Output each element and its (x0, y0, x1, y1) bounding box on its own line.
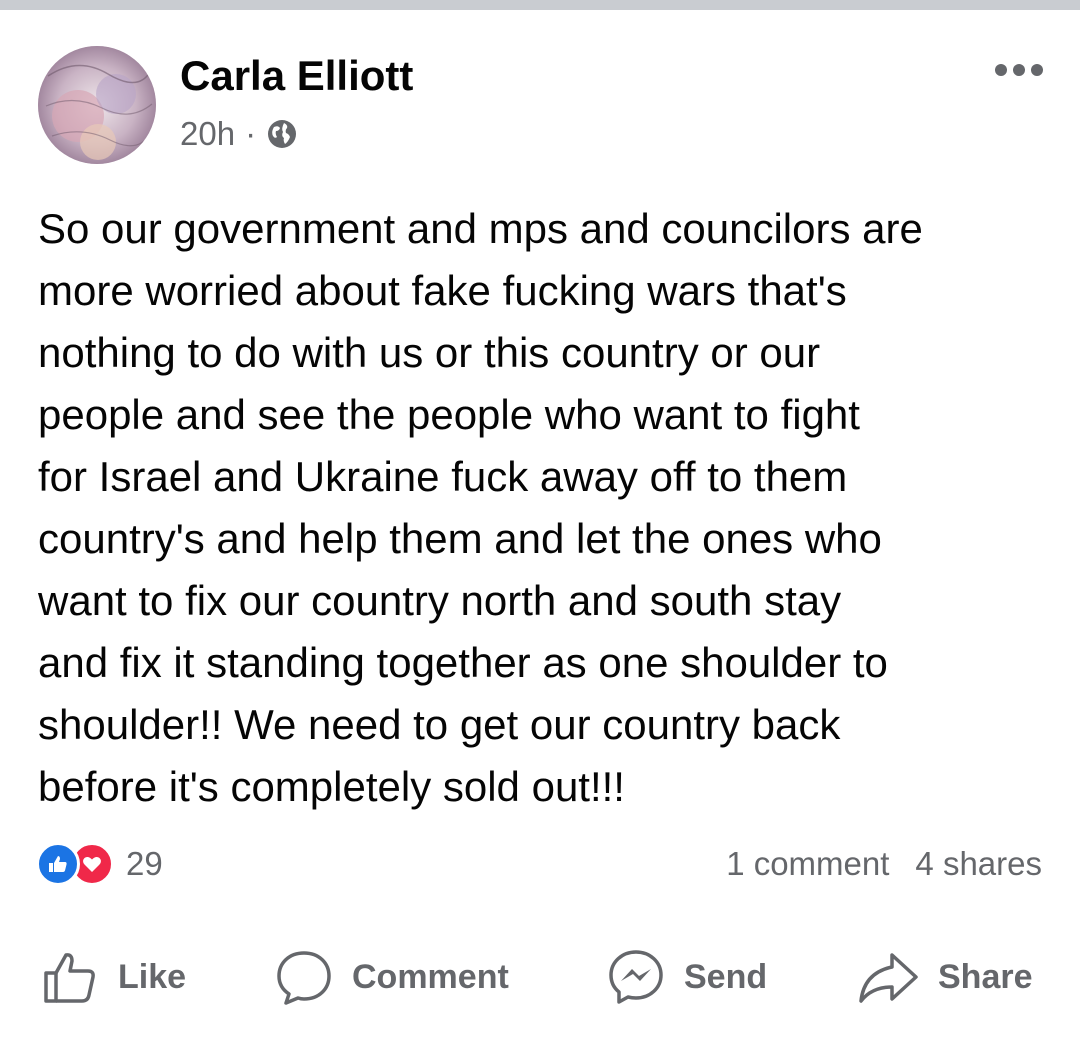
send-label: Send (684, 957, 768, 996)
avatar-image (38, 46, 156, 164)
post-card: Carla Elliott 20h · So our government an… (0, 10, 1080, 1038)
more-options-button[interactable] (984, 50, 1054, 90)
like-button[interactable]: Like (40, 942, 186, 1012)
reactions-summary[interactable]: 29 (36, 842, 163, 886)
engagement-counts: 1 comment 4 shares (726, 842, 1042, 886)
post-body-line: shoulder!! We need to get our country ba… (38, 701, 841, 748)
post-body-line: more worried about fake fucking wars tha… (38, 267, 847, 314)
reaction-count: 29 (126, 845, 163, 882)
like-reaction-icon (36, 842, 80, 886)
share-arrow-icon (859, 953, 918, 1003)
comment-button[interactable]: Comment (274, 942, 509, 1012)
post-body-line: for Israel and Ukraine fuck away off to … (38, 453, 848, 500)
globe-icon[interactable] (266, 118, 298, 150)
post-body-line: before it's completely sold out!!! (38, 763, 625, 810)
post-body-line: want to fix our country north and south … (38, 577, 842, 624)
author-name[interactable]: Carla Elliott (180, 52, 413, 100)
post-meta: 20h · (180, 114, 298, 154)
share-label: Share (938, 957, 1033, 996)
avatar[interactable] (38, 46, 156, 164)
post-body-line: nothing to do with us or this country or… (38, 329, 821, 376)
share-button[interactable]: Share (856, 942, 1033, 1012)
messenger-icon (609, 950, 663, 1004)
post-body-line: and fix it standing together as one shou… (38, 639, 888, 686)
comment-label: Comment (352, 957, 509, 996)
post-body-line: So our government and mps and councilors… (38, 205, 923, 252)
comment-count[interactable]: 1 comment (726, 845, 889, 883)
thumbs-up-icon (44, 953, 95, 1003)
action-bar: Like Comment Send Share (0, 942, 1080, 1012)
feed-divider (0, 0, 1080, 10)
post-timestamp[interactable]: 20h (180, 115, 235, 153)
meta-separator: · (245, 115, 257, 152)
post-body-line: people and see the people who want to fi… (38, 391, 860, 438)
post-body-line: country's and help them and let the ones… (38, 515, 882, 562)
comment-bubble-icon (277, 951, 331, 1005)
share-count[interactable]: 4 shares (915, 845, 1042, 883)
send-button[interactable]: Send (606, 942, 767, 1012)
post-body: So our government and mps and councilors… (38, 198, 1058, 818)
more-horizontal-icon (995, 64, 1007, 76)
like-label: Like (118, 957, 187, 996)
